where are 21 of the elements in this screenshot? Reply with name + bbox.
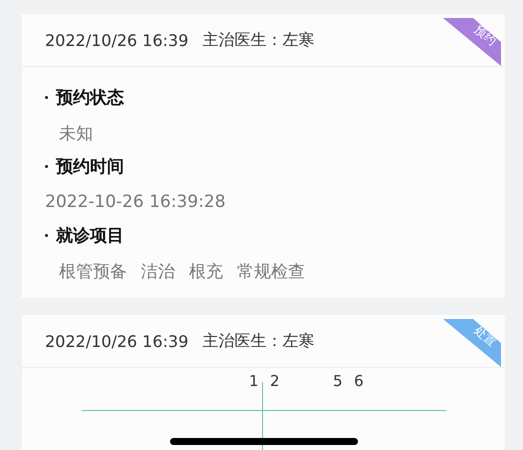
section-value: 未知 [59,122,93,144]
bullet-icon [45,96,48,98]
visit-datetime: 2022/10/26 16:39 [45,30,188,50]
section-title: 预约状态 [56,86,124,108]
visit-datetime: 2022/10/26 16:39 [45,332,188,350]
section-value: 2022-10-26 16:39:28 [45,192,226,212]
bullet-icon [45,234,48,236]
corner-ribbon: 预约 [443,18,501,66]
doctor-text: 主治医生：左寒 [202,30,314,50]
tooth-number: 2 [270,372,281,390]
tooth-number: 6 [354,372,365,390]
section-title: 预约时间 [56,156,124,178]
section-value: 常规检查 [237,260,305,282]
section-title: 就诊项目 [56,224,124,246]
section-value: 根充 [189,260,223,282]
tooth-number: 1 [249,372,260,390]
doctor-text: 主治医生：左寒 [202,330,314,352]
bullet-icon [45,164,48,168]
section-value: 洁治 [141,260,175,282]
tooth-number: 5 [333,372,344,390]
section-value: 根管预备 [59,260,127,282]
